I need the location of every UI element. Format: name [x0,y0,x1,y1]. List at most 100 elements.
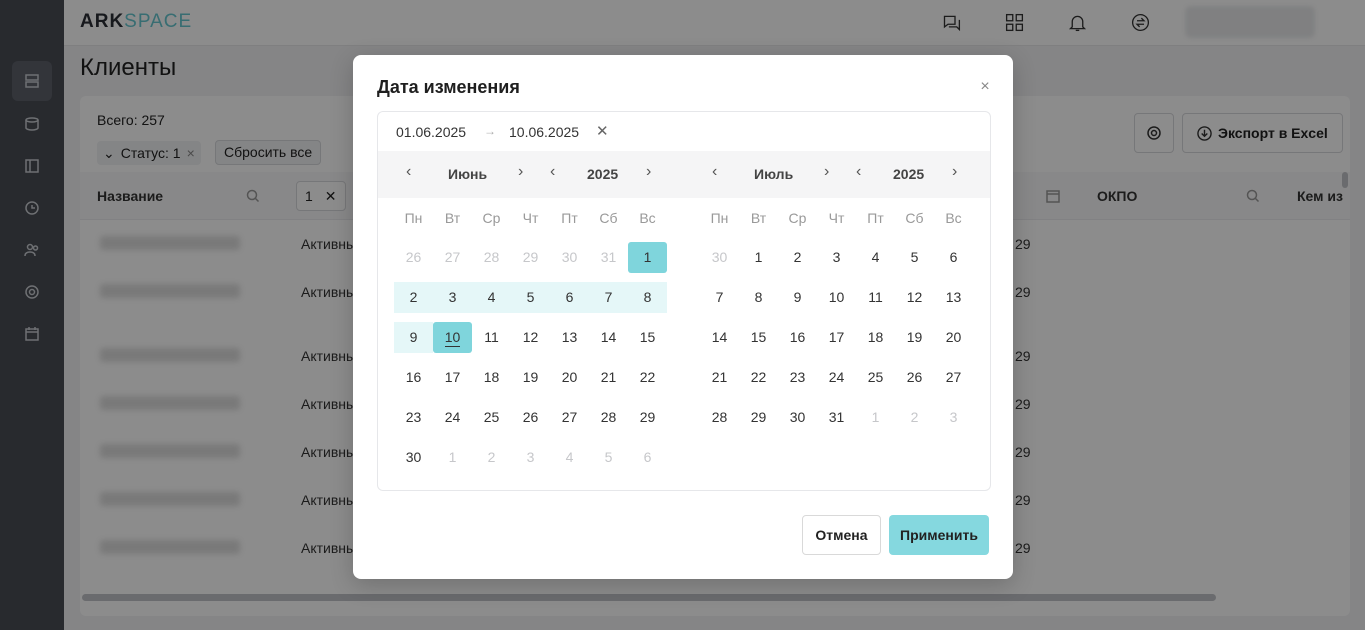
calendar-day[interactable]: 9 [394,322,433,353]
calendar-day[interactable]: 24 [817,362,856,393]
prev-year-icon[interactable]: ‹ [856,163,861,181]
calendar-day[interactable]: 19 [511,362,550,393]
calendar-day[interactable]: 20 [934,322,973,353]
calendar-day[interactable]: 11 [472,322,511,353]
calendar-day[interactable]: 28 [589,402,628,433]
calendar-day[interactable]: 29 [511,242,550,273]
calendar-day[interactable]: 1 [433,442,472,473]
calendar-day[interactable]: 20 [550,362,589,393]
calendar-day[interactable]: 2 [472,442,511,473]
calendar-day[interactable]: 5 [511,282,550,313]
prev-year-icon[interactable]: ‹ [550,163,555,181]
prev-month-icon[interactable]: ‹ [712,163,717,181]
calendar-day[interactable]: 7 [589,282,628,313]
calendar-day[interactable]: 3 [511,442,550,473]
calendar-day[interactable]: 26 [511,402,550,433]
next-month-icon[interactable]: › [518,163,523,181]
calendar-day[interactable]: 18 [856,322,895,353]
calendar-day[interactable]: 6 [934,242,973,273]
calendar-day[interactable]: 25 [472,402,511,433]
calendar-day[interactable]: 8 [628,282,667,313]
calendar-day[interactable]: 13 [934,282,973,313]
calendar-day[interactable]: 25 [856,362,895,393]
range-end-input[interactable]: 10.06.2025 [509,124,579,140]
calendar-day[interactable]: 11 [856,282,895,313]
calendar-day[interactable]: 4 [472,282,511,313]
calendar-day[interactable]: 21 [700,362,739,393]
calendar-day[interactable]: 27 [934,362,973,393]
calendar-day[interactable]: 12 [895,282,934,313]
calendar-day[interactable]: 3 [433,282,472,313]
calendar-day[interactable]: 5 [589,442,628,473]
calendar-day[interactable]: 14 [700,322,739,353]
calendar-day[interactable]: 27 [550,402,589,433]
calendar-day[interactable]: 7 [700,282,739,313]
calendar-day[interactable]: 30 [394,442,433,473]
calendar-day[interactable]: 19 [895,322,934,353]
calendar-day[interactable]: 17 [817,322,856,353]
range-input[interactable]: 01.06.2025 → 10.06.2025 ✕ [378,112,990,151]
calendar-day[interactable]: 18 [472,362,511,393]
apply-button[interactable]: Применить [889,515,989,555]
calendar-day[interactable]: 12 [511,322,550,353]
next-year-icon[interactable]: › [646,163,651,181]
weekday-label: Пн [404,210,423,226]
left-year-label[interactable]: 2025 [587,166,618,182]
calendar-day[interactable]: 10 [817,282,856,313]
calendar-day[interactable]: 8 [739,282,778,313]
calendar-day[interactable]: 27 [433,242,472,273]
right-month-label[interactable]: Июль [754,166,793,182]
calendar-day[interactable]: 3 [934,402,973,433]
calendar-day[interactable]: 17 [433,362,472,393]
calendar-day[interactable]: 6 [550,282,589,313]
calendar-day[interactable]: 2 [778,242,817,273]
next-year-icon[interactable]: › [952,163,957,181]
calendar-day[interactable]: 16 [394,362,433,393]
date-range-picker: 01.06.2025 → 10.06.2025 ✕ ‹ Июнь › ‹ 202… [377,111,991,491]
calendar-day[interactable]: 9 [778,282,817,313]
calendar-day[interactable]: 21 [589,362,628,393]
calendar-day[interactable]: 31 [589,242,628,273]
calendar-day-range-start[interactable]: 1 [628,242,667,273]
calendar-day[interactable]: 26 [895,362,934,393]
calendar-day[interactable]: 4 [856,242,895,273]
calendar-day[interactable]: 29 [628,402,667,433]
next-month-icon[interactable]: › [824,163,829,181]
calendar-day[interactable]: 5 [895,242,934,273]
calendar-day[interactable]: 28 [700,402,739,433]
calendar-day[interactable]: 23 [394,402,433,433]
calendar-day[interactable]: 30 [778,402,817,433]
calendar-day[interactable]: 2 [394,282,433,313]
prev-month-icon[interactable]: ‹ [406,163,411,181]
calendar-day[interactable]: 22 [628,362,667,393]
calendar-day-range-end[interactable]: 10 [433,322,472,353]
calendar-day[interactable]: 31 [817,402,856,433]
calendar-day[interactable]: 30 [700,242,739,273]
calendar-day[interactable]: 28 [472,242,511,273]
calendar-day[interactable]: 29 [739,402,778,433]
left-month-label[interactable]: Июнь [448,166,487,182]
calendar-day[interactable]: 15 [628,322,667,353]
calendar-day[interactable]: 3 [817,242,856,273]
calendar-day[interactable]: 26 [394,242,433,273]
cancel-button[interactable]: Отмена [802,515,881,555]
calendar-day[interactable]: 16 [778,322,817,353]
calendar-day[interactable]: 23 [778,362,817,393]
range-start-input[interactable]: 01.06.2025 [396,124,466,140]
calendar-day[interactable]: 1 [739,242,778,273]
calendar-day[interactable]: 4 [550,442,589,473]
calendar-day[interactable]: 6 [628,442,667,473]
calendar-day[interactable]: 1 [856,402,895,433]
calendar-day[interactable]: 24 [433,402,472,433]
calendar-day[interactable]: 14 [589,322,628,353]
calendar-day[interactable]: 2 [895,402,934,433]
calendar-day[interactable]: 22 [739,362,778,393]
weekday-label: Пт [561,210,578,226]
clear-range-icon[interactable]: ✕ [596,122,609,140]
right-year-label[interactable]: 2025 [893,166,924,182]
calendar-day[interactable]: 15 [739,322,778,353]
calendar-day[interactable]: 30 [550,242,589,273]
weekday-label: Пт [867,210,884,226]
calendar-day[interactable]: 13 [550,322,589,353]
close-icon[interactable]: × [977,79,993,95]
